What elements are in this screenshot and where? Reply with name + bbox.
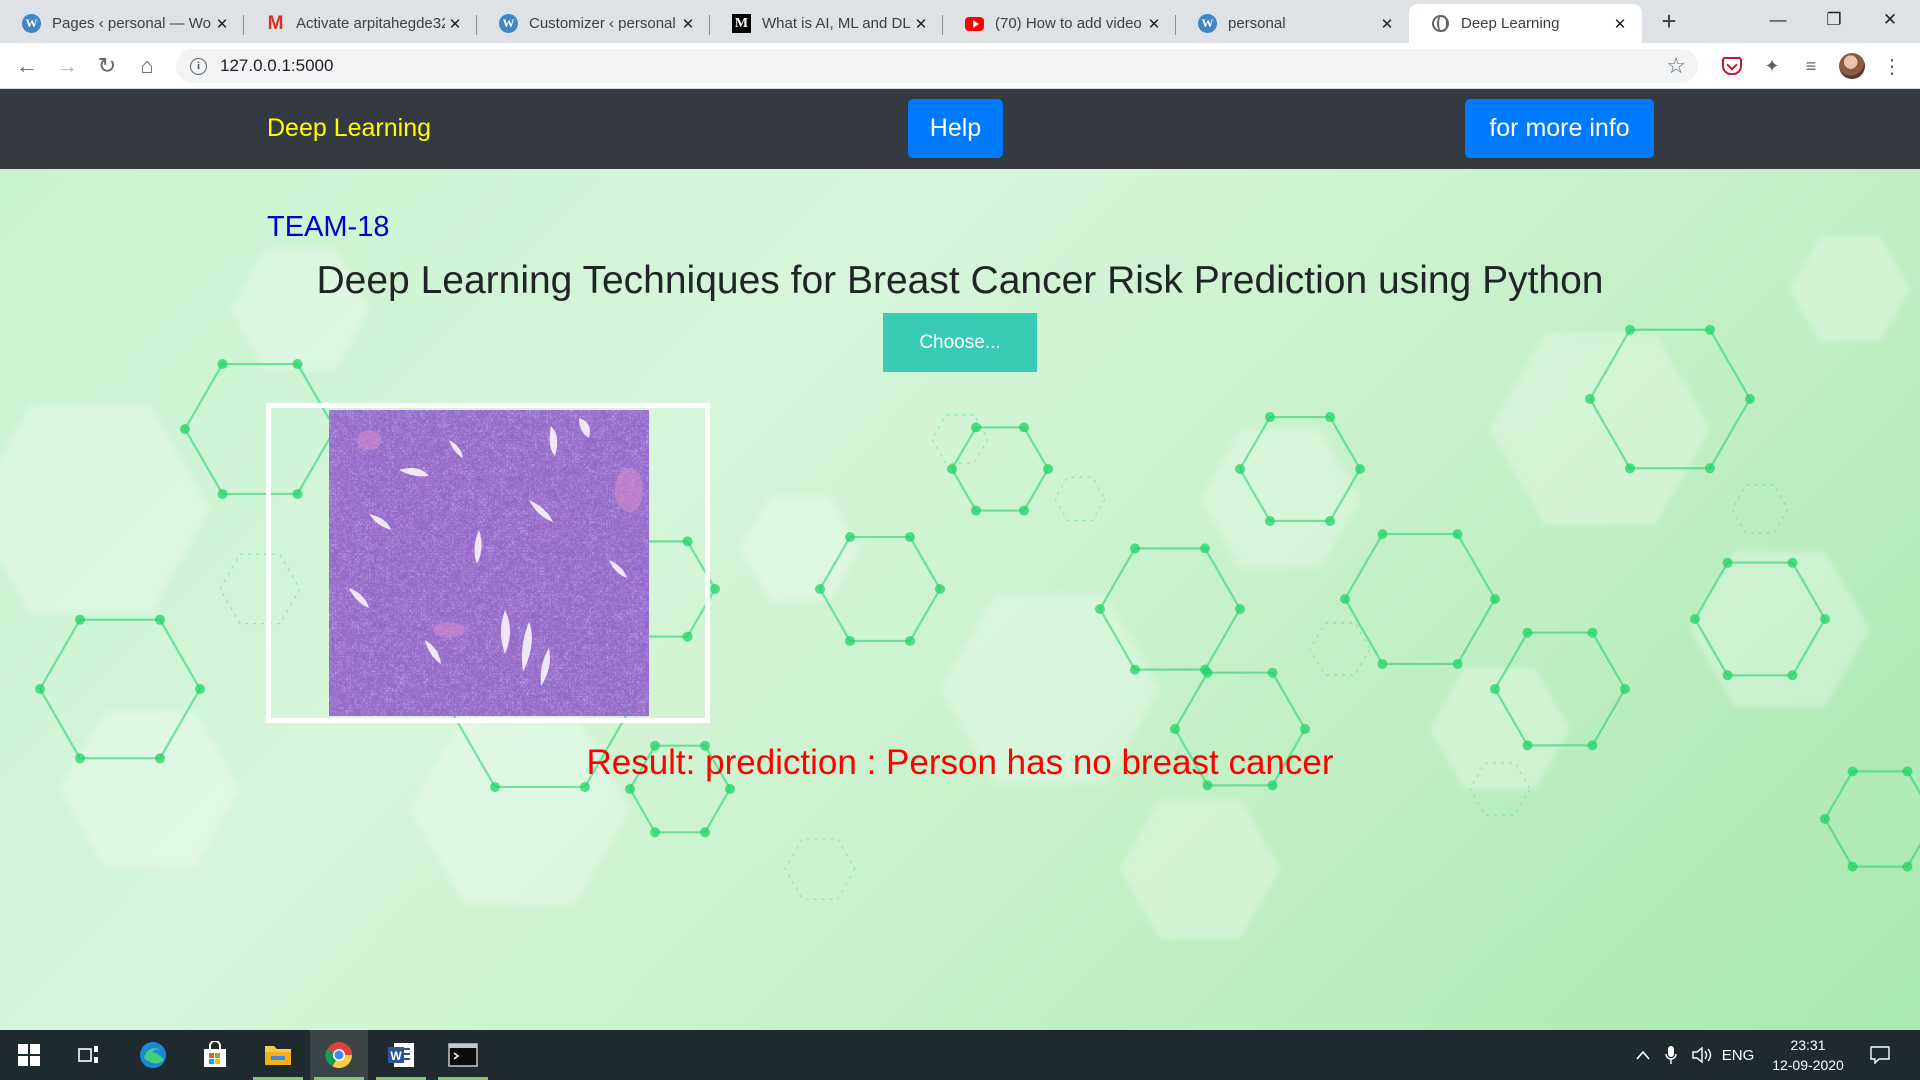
- home-button[interactable]: ⌂: [132, 51, 162, 81]
- close-icon[interactable]: ✕: [1610, 14, 1630, 34]
- clock-date: 12-09-2020: [1772, 1057, 1844, 1073]
- site-navbar: Deep Learning Help for more info: [0, 89, 1920, 169]
- new-tab-button[interactable]: +: [1654, 6, 1684, 36]
- notifications-icon[interactable]: [1862, 1030, 1898, 1080]
- histology-image: [329, 410, 649, 716]
- file-explorer-icon[interactable]: [249, 1030, 307, 1080]
- profile-avatar[interactable]: [1838, 52, 1866, 80]
- volume-icon[interactable]: [1688, 1030, 1716, 1080]
- tab-title: Activate arpitahegde32: [296, 15, 445, 32]
- tray-overflow-icon[interactable]: [1628, 1030, 1658, 1080]
- svg-text:W: W: [390, 1049, 402, 1063]
- close-window-button[interactable]: ✕: [1862, 0, 1918, 40]
- main-content: TEAM-18 Deep Learning Techniques for Bre…: [0, 169, 1920, 1030]
- help-button[interactable]: Help: [908, 99, 1003, 158]
- tab-customizer[interactable]: W Customizer ‹ personal – ✕: [477, 4, 710, 43]
- tab-deep-learning[interactable]: Deep Learning ✕: [1409, 4, 1642, 43]
- medium-icon: M: [732, 14, 751, 33]
- wordpress-icon: W: [1198, 14, 1217, 33]
- browser-toolbar: ← → ↻ ⌂ i 127.0.0.1:5000 ☆ ✦ ≡ ⋮: [0, 43, 1920, 89]
- navbar-brand[interactable]: Deep Learning: [267, 114, 431, 143]
- tab-title: personal: [1228, 15, 1286, 32]
- close-icon[interactable]: ✕: [445, 14, 465, 34]
- tab-title: Deep Learning: [1461, 15, 1560, 32]
- pocket-extension-icon[interactable]: [1718, 52, 1746, 80]
- prediction-result: Result: prediction : Person has no breas…: [586, 743, 1334, 782]
- page-heading: Deep Learning Techniques for Breast Canc…: [316, 259, 1604, 302]
- wordpress-icon: W: [499, 14, 518, 33]
- image-preview: [266, 403, 710, 723]
- tab-title: What is AI, ML and DL?: [762, 15, 911, 32]
- globe-icon: [1431, 14, 1450, 33]
- close-icon[interactable]: ✕: [1144, 14, 1164, 34]
- close-icon[interactable]: ✕: [678, 14, 698, 34]
- minimize-button[interactable]: —: [1750, 0, 1806, 40]
- tab-medium[interactable]: M What is AI, ML and DL? ✕: [710, 4, 943, 43]
- close-icon[interactable]: ✕: [911, 14, 931, 34]
- reload-button[interactable]: ↻: [92, 51, 122, 81]
- wordpress-icon: W: [22, 14, 41, 33]
- site-info-icon[interactable]: i: [190, 57, 207, 75]
- youtube-icon: [965, 14, 984, 33]
- choose-file-button[interactable]: Choose...: [883, 313, 1037, 372]
- edge-icon[interactable]: [124, 1030, 182, 1080]
- windows-taskbar: W ENG 23:31 12-09-2020: [0, 1030, 1920, 1080]
- browser-tab-strip: W Pages ‹ personal — Wo ✕ M Activate arp…: [0, 0, 1920, 43]
- close-icon[interactable]: ✕: [1377, 14, 1397, 34]
- tab-title: (70) How to add video: [995, 15, 1142, 32]
- clock-time: 23:31: [1790, 1037, 1826, 1053]
- close-icon[interactable]: ✕: [212, 14, 232, 34]
- gmail-icon: M: [267, 12, 284, 34]
- microphone-icon[interactable]: [1658, 1030, 1684, 1080]
- media-control-icon[interactable]: ≡: [1797, 52, 1825, 80]
- tab-pages-personal[interactable]: W Pages ‹ personal — Wo ✕: [0, 4, 244, 43]
- tab-title: Pages ‹ personal — Wo: [52, 15, 211, 32]
- store-icon[interactable]: [186, 1030, 244, 1080]
- extensions-puzzle-icon[interactable]: ✦: [1758, 52, 1786, 80]
- more-info-button[interactable]: for more info: [1465, 99, 1654, 158]
- tab-title: Customizer ‹ personal –: [529, 15, 678, 32]
- word-icon[interactable]: W: [372, 1030, 430, 1080]
- restore-button[interactable]: ❐: [1806, 0, 1862, 40]
- bookmark-star-icon[interactable]: ☆: [1666, 53, 1686, 79]
- tab-youtube[interactable]: (70) How to add video ✕: [943, 4, 1176, 43]
- url-text: 127.0.0.1:5000: [220, 56, 334, 75]
- tab-personal[interactable]: W personal ✕: [1176, 4, 1409, 43]
- task-view-icon[interactable]: [60, 1030, 118, 1080]
- browser-menu-icon[interactable]: ⋮: [1878, 52, 1906, 80]
- chrome-icon[interactable]: [310, 1030, 368, 1080]
- tab-gmail[interactable]: M Activate arpitahegde32 ✕: [244, 4, 477, 43]
- back-button[interactable]: ←: [12, 51, 42, 81]
- start-icon[interactable]: [0, 1030, 58, 1080]
- team-label: TEAM-18: [267, 211, 390, 243]
- system-clock[interactable]: 23:31 12-09-2020: [1760, 1035, 1856, 1075]
- address-bar[interactable]: i 127.0.0.1:5000 ☆: [176, 49, 1698, 83]
- web-page: Deep Learning Help for more info TEAM-18…: [0, 89, 1920, 1030]
- terminal-icon[interactable]: [434, 1030, 492, 1080]
- language-indicator[interactable]: ENG: [1718, 1030, 1758, 1080]
- forward-button[interactable]: →: [52, 51, 82, 81]
